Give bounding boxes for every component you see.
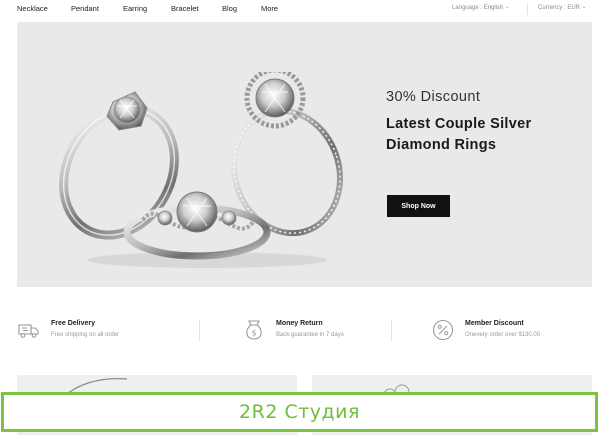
language-selector[interactable]: Language : English ⌄ bbox=[452, 4, 510, 11]
nav-item-necklace[interactable]: Necklace bbox=[17, 4, 48, 13]
nav-item-more[interactable]: More bbox=[261, 4, 278, 13]
feature-member-discount: Member Discount Onevery order over $130.… bbox=[431, 314, 591, 350]
feature-subtitle: Free shipping on all order bbox=[51, 332, 120, 338]
feature-divider bbox=[199, 320, 200, 342]
percent-badge-icon bbox=[432, 319, 454, 341]
nav-item-bracelet[interactable]: Bracelet bbox=[171, 4, 199, 13]
feature-money-return: $ Money Return Back guarantee in 7 days bbox=[242, 314, 392, 350]
feature-title: Free Delivery bbox=[51, 320, 95, 327]
shop-now-button[interactable]: Shop Now bbox=[387, 195, 450, 217]
feature-title: Member Discount bbox=[465, 320, 524, 327]
chevron-down-icon: ⌄ bbox=[582, 4, 587, 10]
nav-item-blog[interactable]: Blog bbox=[222, 4, 237, 13]
chevron-down-icon: ⌄ bbox=[505, 4, 510, 10]
top-navigation: Necklace Pendant Earring Bracelet Blog M… bbox=[0, 0, 600, 20]
currency-selector[interactable]: Currency : EUR ⌄ bbox=[538, 4, 587, 11]
feature-title: Money Return bbox=[276, 320, 323, 327]
nav-item-earring[interactable]: Earring bbox=[123, 4, 147, 13]
hero-banner: 30% Discount Latest Couple Silver Diamon… bbox=[17, 22, 592, 287]
nav-divider bbox=[527, 3, 528, 15]
hero-title: Latest Couple Silver Diamond Rings bbox=[386, 114, 586, 156]
features-strip: Free Delivery Free shipping on all order… bbox=[17, 314, 592, 350]
money-return-icon: $ bbox=[246, 320, 262, 340]
hero-title-line-2: Diamond Rings bbox=[386, 137, 497, 153]
feature-subtitle: Back guarantee in 7 days bbox=[276, 332, 344, 338]
svg-text:$: $ bbox=[251, 329, 256, 338]
truck-icon bbox=[18, 324, 39, 338]
currency-label: Currency : EUR bbox=[538, 5, 581, 11]
watermark-banner: 2R2 Студия bbox=[1, 392, 598, 432]
diamond-rings-image bbox=[59, 72, 344, 268]
feature-free-delivery: Free Delivery Free shipping on all order bbox=[17, 314, 197, 350]
hero-discount-text: 30% Discount bbox=[386, 89, 481, 105]
feature-subtitle: Onevery order over $130.00 bbox=[465, 332, 541, 338]
feature-divider bbox=[391, 320, 392, 342]
watermark-text: 2R2 Студия bbox=[239, 401, 360, 423]
nav-item-pendant[interactable]: Pendant bbox=[71, 4, 99, 13]
language-label: Language : English bbox=[452, 5, 504, 11]
hero-title-line-1: Latest Couple Silver bbox=[386, 116, 532, 132]
